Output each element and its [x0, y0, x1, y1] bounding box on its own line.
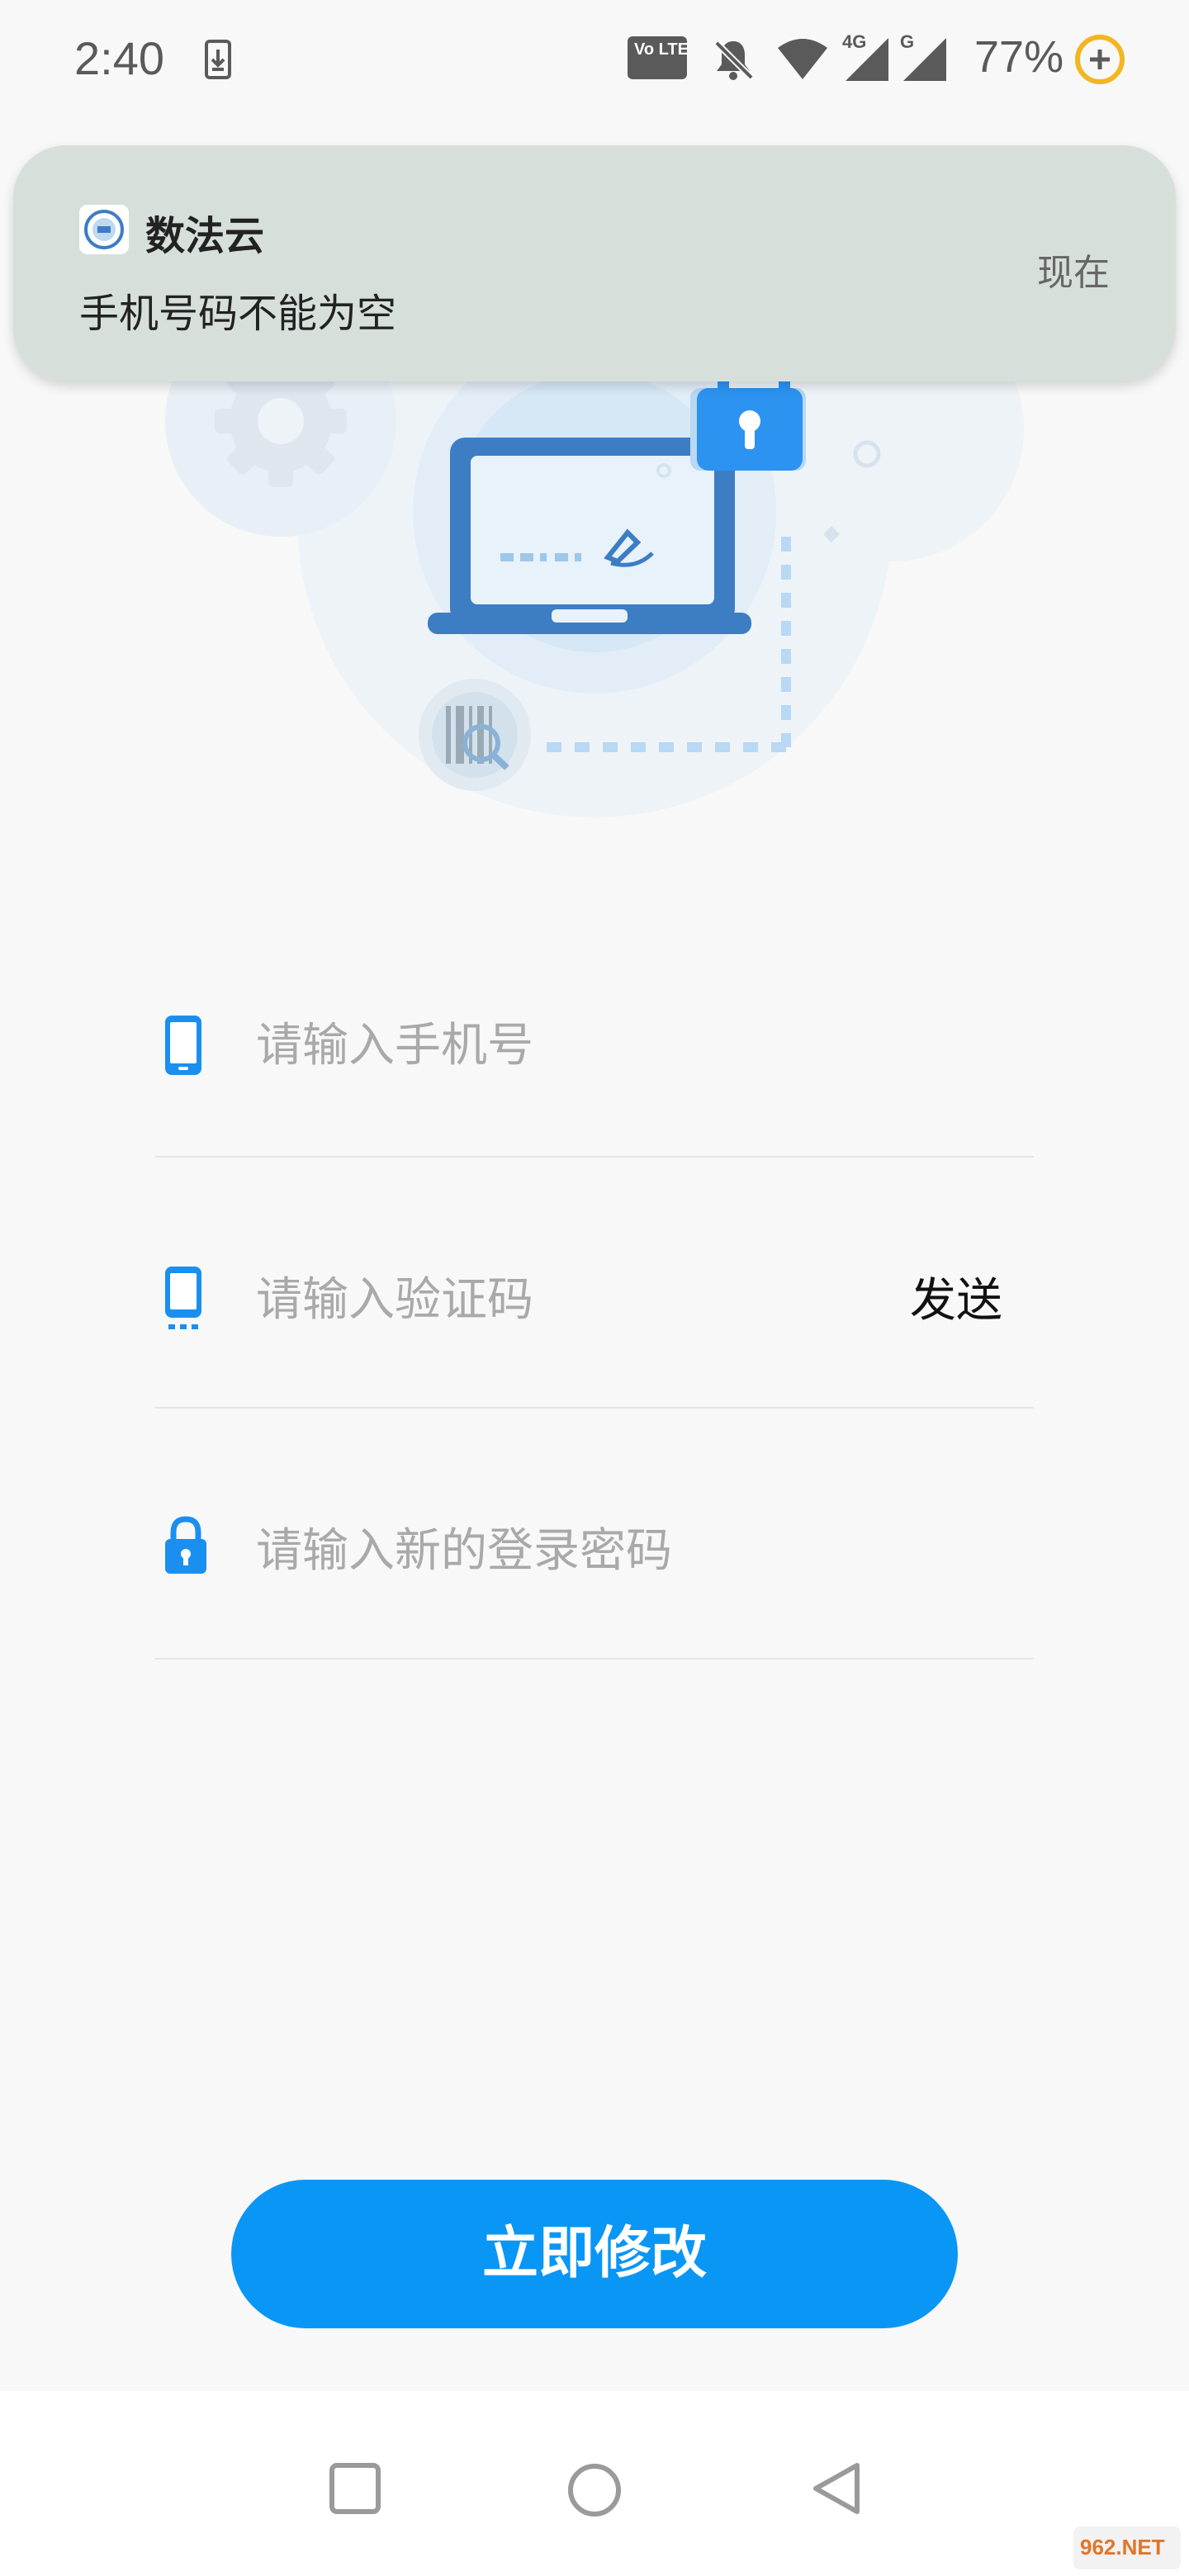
- mobile-phone-icon: [163, 1014, 203, 1080]
- svg-text:962.NET: 962.NET: [1080, 2535, 1165, 2559]
- notification-banner[interactable]: 数法云 现在 手机号码不能为空: [13, 145, 1176, 381]
- lock-icon: [163, 1516, 208, 1579]
- notification-message: 手机号码不能为空: [79, 291, 397, 337]
- phone-input[interactable]: [256, 1006, 933, 1085]
- signal-4g-icon: 4G: [842, 31, 895, 86]
- status-bar: 2:40 Vo LTE 1: [0, 0, 1189, 124]
- phone-field: [155, 984, 1034, 1158]
- submit-modify-button[interactable]: 立即修改: [231, 2180, 958, 2328]
- watermark-logo: 962.NET: [1073, 2526, 1181, 2569]
- battery-saver-icon: [1073, 33, 1126, 89]
- code-field: 发送: [155, 1235, 1034, 1409]
- svg-text:4G: 4G: [842, 33, 866, 52]
- status-time: 2:40: [74, 32, 164, 84]
- signal-g-icon: G: [900, 31, 953, 86]
- notification-time: 现在: [1037, 252, 1110, 294]
- download-icon: [205, 40, 231, 83]
- volte-icon: Vo LTE 1: [628, 36, 703, 83]
- system-navigation-bar: [0, 2391, 1189, 2576]
- notification-app-name: 数法云: [145, 213, 265, 259]
- battery-percent: 77%: [974, 32, 1064, 82]
- bell-off-icon: [710, 36, 756, 86]
- verification-code-input[interactable]: [256, 1260, 933, 1339]
- wifi-icon: [776, 36, 829, 84]
- new-password-input[interactable]: [256, 1511, 933, 1590]
- send-code-button[interactable]: 发送: [882, 1260, 1030, 1342]
- svg-text:Vo LTE 1: Vo LTE 1: [634, 40, 687, 59]
- mobile-sms-icon: [163, 1265, 203, 1334]
- password-field: [155, 1486, 1034, 1660]
- recent-apps-icon[interactable]: [329, 2462, 381, 2518]
- barcode-search-icon: [419, 679, 531, 791]
- app-logo-icon: [79, 205, 129, 254]
- back-icon[interactable]: [809, 2460, 862, 2520]
- svg-text:G: G: [900, 33, 914, 52]
- home-icon[interactable]: [566, 2462, 623, 2522]
